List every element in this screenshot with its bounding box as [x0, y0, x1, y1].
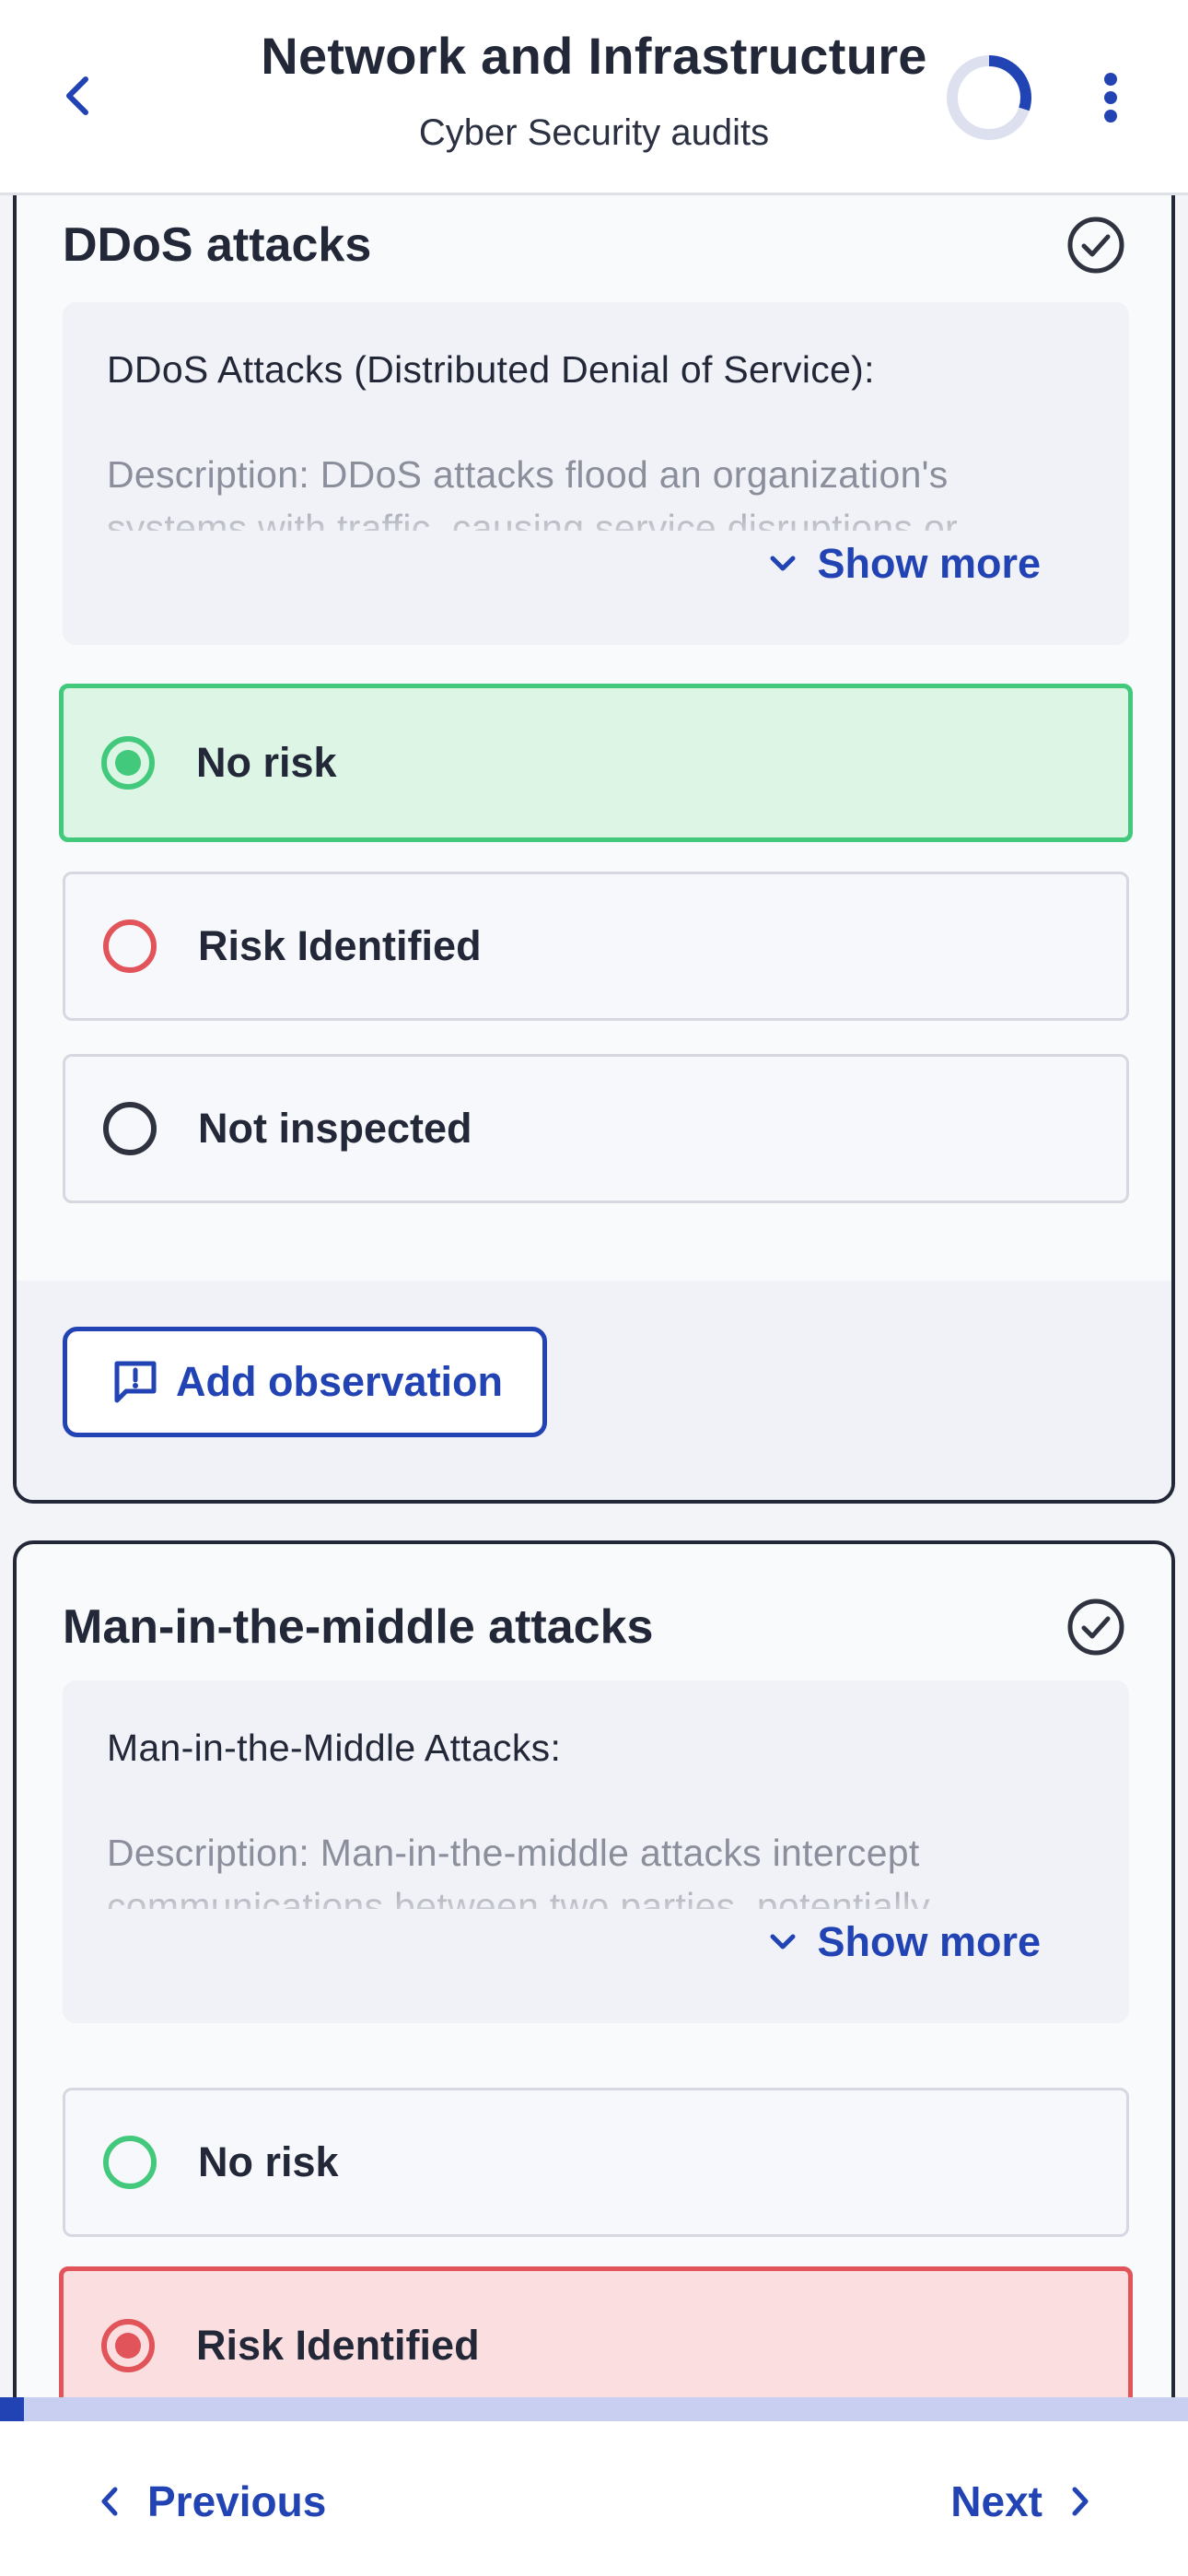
section-title: Man-in-the-middle attacks	[63, 1600, 654, 1654]
footer-nav: Previous Next	[0, 2421, 1188, 2576]
more-options-button[interactable]	[1087, 64, 1135, 131]
next-button[interactable]: Next	[950, 2467, 1090, 2535]
option-not-inspected[interactable]: Not inspected	[63, 1054, 1129, 1203]
show-more-label: Show more	[817, 540, 1041, 587]
previous-label: Previous	[147, 2477, 327, 2525]
chevron-right-icon	[1072, 2487, 1089, 2516]
option-label: Not inspected	[198, 1105, 472, 1152]
option-label: Risk Identified	[196, 2322, 480, 2369]
chevron-down-icon	[770, 556, 796, 571]
check-circle-icon	[1067, 1598, 1124, 1656]
option-label: No risk	[196, 739, 337, 786]
check-circle-icon	[1067, 217, 1124, 274]
more-vertical-icon	[1104, 73, 1117, 123]
radio-selected-icon	[101, 2319, 155, 2372]
description-box: Man-in-the-Middle Attacks: Description: …	[63, 1680, 1129, 2023]
section-header: Man-in-the-middle attacks	[63, 1590, 1125, 1664]
radio-unselected-icon	[103, 919, 157, 973]
section-header: DDoS attacks	[63, 208, 1125, 282]
next-label: Next	[950, 2477, 1042, 2525]
audit-section-mitm: Man-in-the-middle attacks Man-in-the-Mid…	[13, 1540, 1175, 2397]
previous-button[interactable]: Previous	[99, 2467, 326, 2535]
audit-content[interactable]: DDoS attacks DDoS Attacks (Distributed D…	[0, 195, 1188, 2397]
option-label: No risk	[198, 2138, 339, 2185]
radio-unselected-icon	[103, 1102, 157, 1155]
add-observation-button[interactable]: Add observation	[63, 1327, 547, 1437]
comment-alert-icon	[114, 1361, 157, 1403]
option-label: Risk Identified	[198, 922, 482, 969]
page-progress-fill	[0, 2397, 24, 2421]
observation-area: Add observation	[17, 1281, 1171, 1500]
app-header: Network and Infrastructure Cyber Securit…	[0, 0, 1188, 195]
page-progress-bar	[0, 2397, 1188, 2421]
option-no-risk[interactable]: No risk	[63, 2088, 1129, 2237]
show-more-button[interactable]: Show more	[769, 1918, 1041, 1966]
progress-ring	[947, 55, 1031, 140]
description-box: DDoS Attacks (Distributed Denial of Serv…	[63, 302, 1129, 645]
radio-selected-icon	[101, 736, 155, 790]
show-more-button[interactable]: Show more	[769, 540, 1041, 588]
chevron-down-icon	[770, 1934, 796, 1950]
option-risk-identified[interactable]: Risk Identified	[63, 872, 1129, 1021]
section-title: DDoS attacks	[63, 218, 372, 272]
add-observation-label: Add observation	[176, 1358, 504, 1405]
chevron-left-icon	[101, 2487, 118, 2516]
description-title: Man-in-the-Middle Attacks:	[107, 1727, 562, 1769]
audit-section-ddos: DDoS attacks DDoS Attacks (Distributed D…	[13, 195, 1175, 1504]
radio-unselected-icon	[103, 2136, 157, 2189]
description-title: DDoS Attacks (Distributed Denial of Serv…	[107, 348, 875, 391]
show-more-label: Show more	[817, 1918, 1041, 1965]
option-no-risk[interactable]: No risk	[59, 684, 1133, 842]
option-risk-identified[interactable]: Risk Identified	[59, 2266, 1133, 2397]
